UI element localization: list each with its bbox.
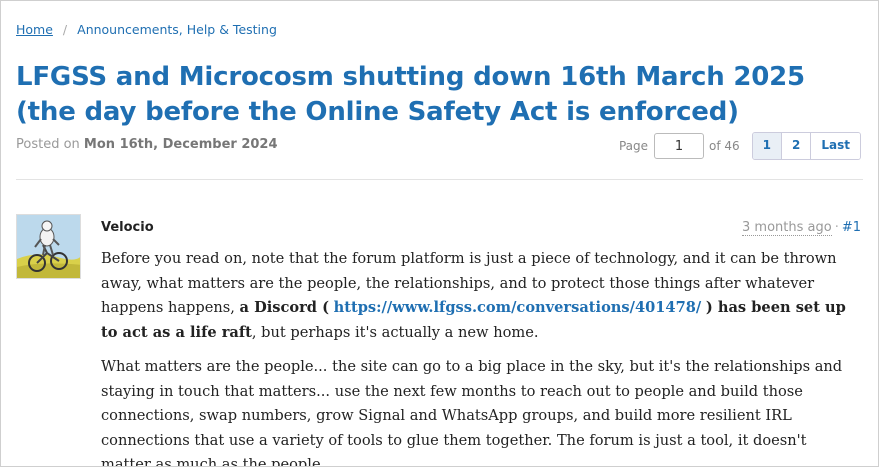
post-paragraph-2: What matters are the people... the site … [101,358,843,467]
breadcrumb-home-link[interactable]: Home [16,22,53,37]
breadcrumb-section-link[interactable]: Announcements, Help & Testing [77,22,277,37]
post-time[interactable]: 3 months ago [742,220,832,236]
breadcrumb-separator: / [62,22,68,37]
cyclist-avatar-icon [17,215,80,278]
post-paragraph-1: Before you read on, note that the forum … [101,247,861,345]
page-button-1[interactable]: 1 [752,133,782,159]
header-divider [16,179,863,180]
post-meta: 3 months ago · #1 [742,220,861,236]
posted-label: Posted on [16,137,80,152]
posted-on: Posted on Mon 16th, December 2024 [16,137,278,152]
post-number-link[interactable]: #1 [842,220,861,235]
breadcrumb: Home / Announcements, Help & Testing [16,22,277,37]
page-label: Page [618,139,648,153]
post-body: Before you read on, note that the forum … [101,247,861,467]
post-bold-text: a Discord ( [239,299,329,316]
page-button-last[interactable]: Last [810,133,860,159]
post-author[interactable]: Velocio [101,220,154,235]
page-frame: Home / Announcements, Help & Testing LFG… [0,0,879,467]
page-number-input[interactable] [654,133,704,159]
discord-conversation-link[interactable]: https://www.lfgss.com/conversations/4014… [334,299,702,316]
page-title: LFGSS and Microcosm shutting down 16th M… [16,62,805,127]
avatar[interactable] [16,214,81,279]
page-button-2[interactable]: 2 [781,133,811,159]
post-text: , but perhaps it's actually a new home. [251,323,539,341]
page-count-label: of 46 [709,139,740,153]
pagination: Page of 46 1 2 Last [619,132,861,160]
page-buttons: 1 2 Last [751,132,861,160]
meta-separator: · [834,220,839,235]
posted-date: Mon 16th, December 2024 [83,137,278,152]
